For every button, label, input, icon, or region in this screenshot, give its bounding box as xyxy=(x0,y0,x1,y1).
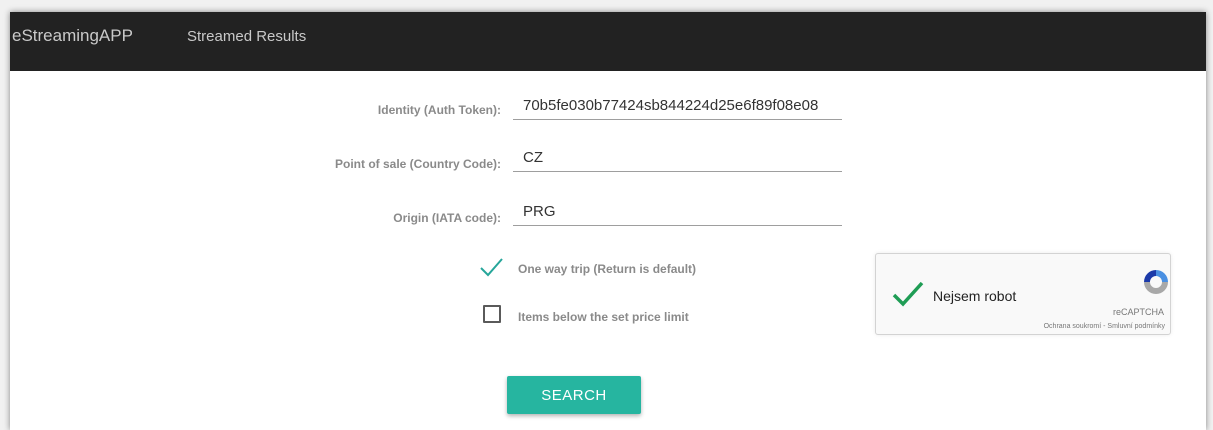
recaptcha-check-icon[interactable] xyxy=(892,280,924,308)
brand-link[interactable]: eStreamingAPP xyxy=(12,26,133,46)
identity-input[interactable] xyxy=(513,92,842,120)
app-window: eStreamingAPP Streamed Results Identity … xyxy=(10,12,1206,430)
price-limit-label: Items below the set price limit xyxy=(518,310,689,324)
navbar: eStreamingAPP Streamed Results xyxy=(10,12,1206,71)
search-button[interactable]: SEARCH xyxy=(507,376,641,414)
recaptcha-logo-icon xyxy=(1144,270,1168,294)
origin-input[interactable] xyxy=(513,198,842,226)
price-limit-checkbox[interactable] xyxy=(483,305,501,323)
recaptcha-widget: Nejsem robot reCAPTCHA Ochrana soukromí … xyxy=(875,253,1171,335)
recaptcha-text: Nejsem robot xyxy=(933,288,1017,304)
recaptcha-brand: reCAPTCHA xyxy=(1112,307,1164,317)
origin-label: Origin (IATA code): xyxy=(393,211,501,225)
recaptcha-privacy-terms-links[interactable]: Ochrana soukromí - Smluvní podmínky xyxy=(1044,323,1165,330)
nav-link-streamed-results[interactable]: Streamed Results xyxy=(187,27,306,47)
identity-label: Identity (Auth Token): xyxy=(377,103,501,117)
pos-label: Point of sale (Country Code): xyxy=(335,157,501,171)
one-way-label: One way trip (Return is default) xyxy=(518,262,697,276)
pos-input[interactable] xyxy=(513,144,842,172)
one-way-checkbox-checked-icon[interactable] xyxy=(479,255,503,279)
